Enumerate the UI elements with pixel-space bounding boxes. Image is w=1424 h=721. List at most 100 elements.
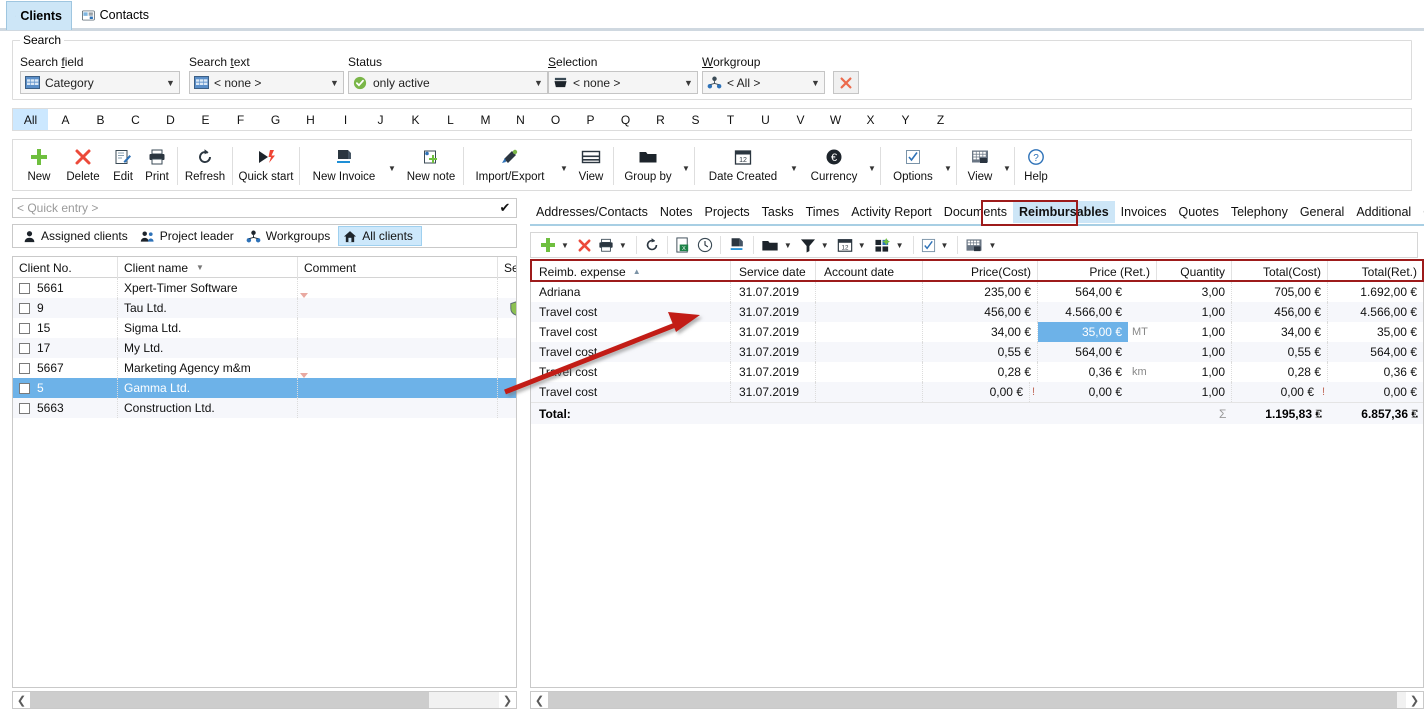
filter-all-clients[interactable]: All clients (338, 226, 422, 246)
view-grid-button[interactable]: View (960, 142, 1000, 190)
tab-additional[interactable]: Additional (1350, 201, 1417, 223)
table-row[interactable]: 15 Sigma Ltd. (13, 318, 516, 338)
column-header-reimb-expense[interactable]: Reimb. expense ▲ (531, 261, 731, 282)
tab-overview[interactable]: Ove (1417, 201, 1424, 223)
filter-workgroups[interactable]: Workgroups (242, 226, 338, 246)
alpha-f[interactable]: F (223, 109, 258, 130)
alpha-r[interactable]: R (643, 109, 678, 130)
alpha-e[interactable]: E (188, 109, 223, 130)
quick-start-button[interactable]: Quick start (235, 142, 297, 190)
alpha-z[interactable]: Z (923, 109, 958, 130)
excel-export-button[interactable]: X (672, 234, 694, 256)
alpha-i[interactable]: I (328, 109, 363, 130)
date-filter-button[interactable]: 12 (834, 234, 856, 256)
price-ret-cell-selected[interactable]: 35,00 € (1038, 322, 1128, 342)
column-header-service-date[interactable]: Service date (731, 261, 816, 282)
new-button[interactable]: New (19, 142, 59, 190)
table-row[interactable]: Travel cost 31.07.2019 0,00 € ! 0,00 € 1… (531, 382, 1423, 402)
new-note-button[interactable]: New note (401, 142, 461, 190)
column-header-client-name[interactable]: Client name ▼ (118, 257, 298, 278)
alpha-p[interactable]: P (573, 109, 608, 130)
add-row-button[interactable] (537, 234, 559, 256)
view-grid-dropdown-arrow[interactable]: ▼ (1003, 164, 1011, 173)
tab-quotes[interactable]: Quotes (1173, 201, 1225, 223)
chevron-down-icon[interactable]: ▼ (162, 78, 179, 88)
alpha-g[interactable]: G (258, 109, 293, 130)
column-header-comment[interactable]: Comment (298, 257, 498, 278)
filter-project-leader[interactable]: Project leader (136, 226, 242, 246)
alpha-n[interactable]: N (503, 109, 538, 130)
alpha-l[interactable]: L (433, 109, 468, 130)
table-row-selected[interactable]: 5 Gamma Ltd. (13, 378, 516, 398)
currency-button[interactable]: € Currency (802, 142, 866, 190)
grouping-dropdown-arrow[interactable]: ▼ (894, 241, 909, 250)
row-checkbox[interactable] (19, 303, 30, 314)
client-list-hscrollbar[interactable]: ❮ ❯ (12, 691, 517, 709)
table-row[interactable]: Travel cost 31.07.2019 34,00 € 35,00 € M… (531, 322, 1423, 342)
tab-notes[interactable]: Notes (654, 201, 699, 223)
alpha-y[interactable]: Y (888, 109, 923, 130)
alpha-b[interactable]: B (83, 109, 118, 130)
reimbursables-grid[interactable]: Reimb. expense ▲ Service date Account da… (530, 260, 1424, 688)
tab-invoices[interactable]: Invoices (1115, 201, 1173, 223)
create-invoice-button[interactable] (725, 234, 749, 256)
currency-dropdown-arrow[interactable]: ▼ (868, 164, 876, 173)
table-row[interactable]: Travel cost 31.07.2019 456,00 € 4.566,00… (531, 302, 1423, 322)
options-grid-button[interactable] (918, 234, 939, 256)
scroll-thumb[interactable] (30, 692, 429, 708)
selection-combo[interactable]: < none > ▼ (548, 71, 698, 94)
view-button[interactable]: View (571, 142, 611, 190)
filter-button[interactable] (797, 234, 819, 256)
clear-filter-button[interactable] (833, 71, 859, 94)
alpha-x[interactable]: X (853, 109, 888, 130)
alpha-t[interactable]: T (713, 109, 748, 130)
filter-dropdown-arrow[interactable]: ▼ (819, 241, 834, 250)
group-folder-button[interactable] (758, 234, 782, 256)
scroll-left-icon[interactable]: ❮ (531, 694, 548, 707)
column-header-total-ret[interactable]: Total(Ret.) (1328, 261, 1424, 282)
refresh-button[interactable]: Refresh (180, 142, 230, 190)
filter-assigned-clients[interactable]: Assigned clients (19, 226, 136, 246)
chevron-down-icon[interactable]: ▼ (326, 78, 343, 88)
tab-clients[interactable]: Clients (6, 1, 72, 30)
scroll-track[interactable] (548, 692, 1406, 708)
column-header-total-cost[interactable]: Total(Cost) (1232, 261, 1328, 282)
help-button[interactable]: ? Help (1018, 142, 1054, 190)
table-row[interactable]: Adriana 31.07.2019 235,00 € 564,00 € 3,0… (531, 282, 1423, 302)
scroll-right-icon[interactable]: ❯ (499, 694, 516, 707)
table-row[interactable]: Travel cost 31.07.2019 0,28 € 0,36 € km … (531, 362, 1423, 382)
check-icon[interactable]: ✔ (494, 200, 516, 216)
import-export-dropdown-arrow[interactable]: ▼ (560, 164, 568, 173)
scroll-thumb[interactable] (548, 692, 1397, 708)
search-field-combo[interactable]: Category ▼ (20, 71, 180, 94)
column-header-price-cost[interactable]: Price(Cost) (923, 261, 1038, 282)
tab-projects[interactable]: Projects (699, 201, 756, 223)
table-row[interactable]: 17 My Ltd. (13, 338, 516, 358)
chevron-down-icon[interactable]: ▼ (530, 78, 547, 88)
group-by-dropdown-arrow[interactable]: ▼ (682, 164, 690, 173)
reimbursables-hscrollbar[interactable]: ❮ ❯ (530, 691, 1424, 709)
tab-contacts[interactable]: Contacts (74, 2, 158, 29)
tab-tasks[interactable]: Tasks (756, 201, 800, 223)
table-row[interactable]: 5663 Construction Ltd. (13, 398, 516, 418)
options-grid-dropdown-arrow[interactable]: ▼ (939, 241, 954, 250)
date-created-dropdown-arrow[interactable]: ▼ (790, 164, 798, 173)
refresh-grid-button[interactable] (641, 234, 663, 256)
alpha-s[interactable]: S (678, 109, 713, 130)
quick-entry-field[interactable]: < Quick entry > ✔ (12, 198, 517, 218)
delete-row-button[interactable] (574, 234, 595, 256)
group-by-button[interactable]: Group by (617, 142, 679, 190)
alpha-j[interactable]: J (363, 109, 398, 130)
column-header-sec[interactable]: Sec (498, 257, 517, 278)
alpha-k[interactable]: K (398, 109, 433, 130)
delete-button[interactable]: Delete (61, 142, 105, 190)
alpha-h[interactable]: H (293, 109, 328, 130)
alpha-all[interactable]: All (13, 109, 48, 130)
options-button[interactable]: Options (884, 142, 942, 190)
tab-telephony[interactable]: Telephony (1225, 201, 1294, 223)
column-header-price-ret[interactable]: Price (Ret.) (1038, 261, 1157, 282)
row-checkbox[interactable] (19, 403, 30, 414)
row-checkbox[interactable] (19, 323, 30, 334)
row-checkbox[interactable] (19, 283, 30, 294)
column-header-quantity[interactable]: Quantity (1157, 261, 1232, 282)
